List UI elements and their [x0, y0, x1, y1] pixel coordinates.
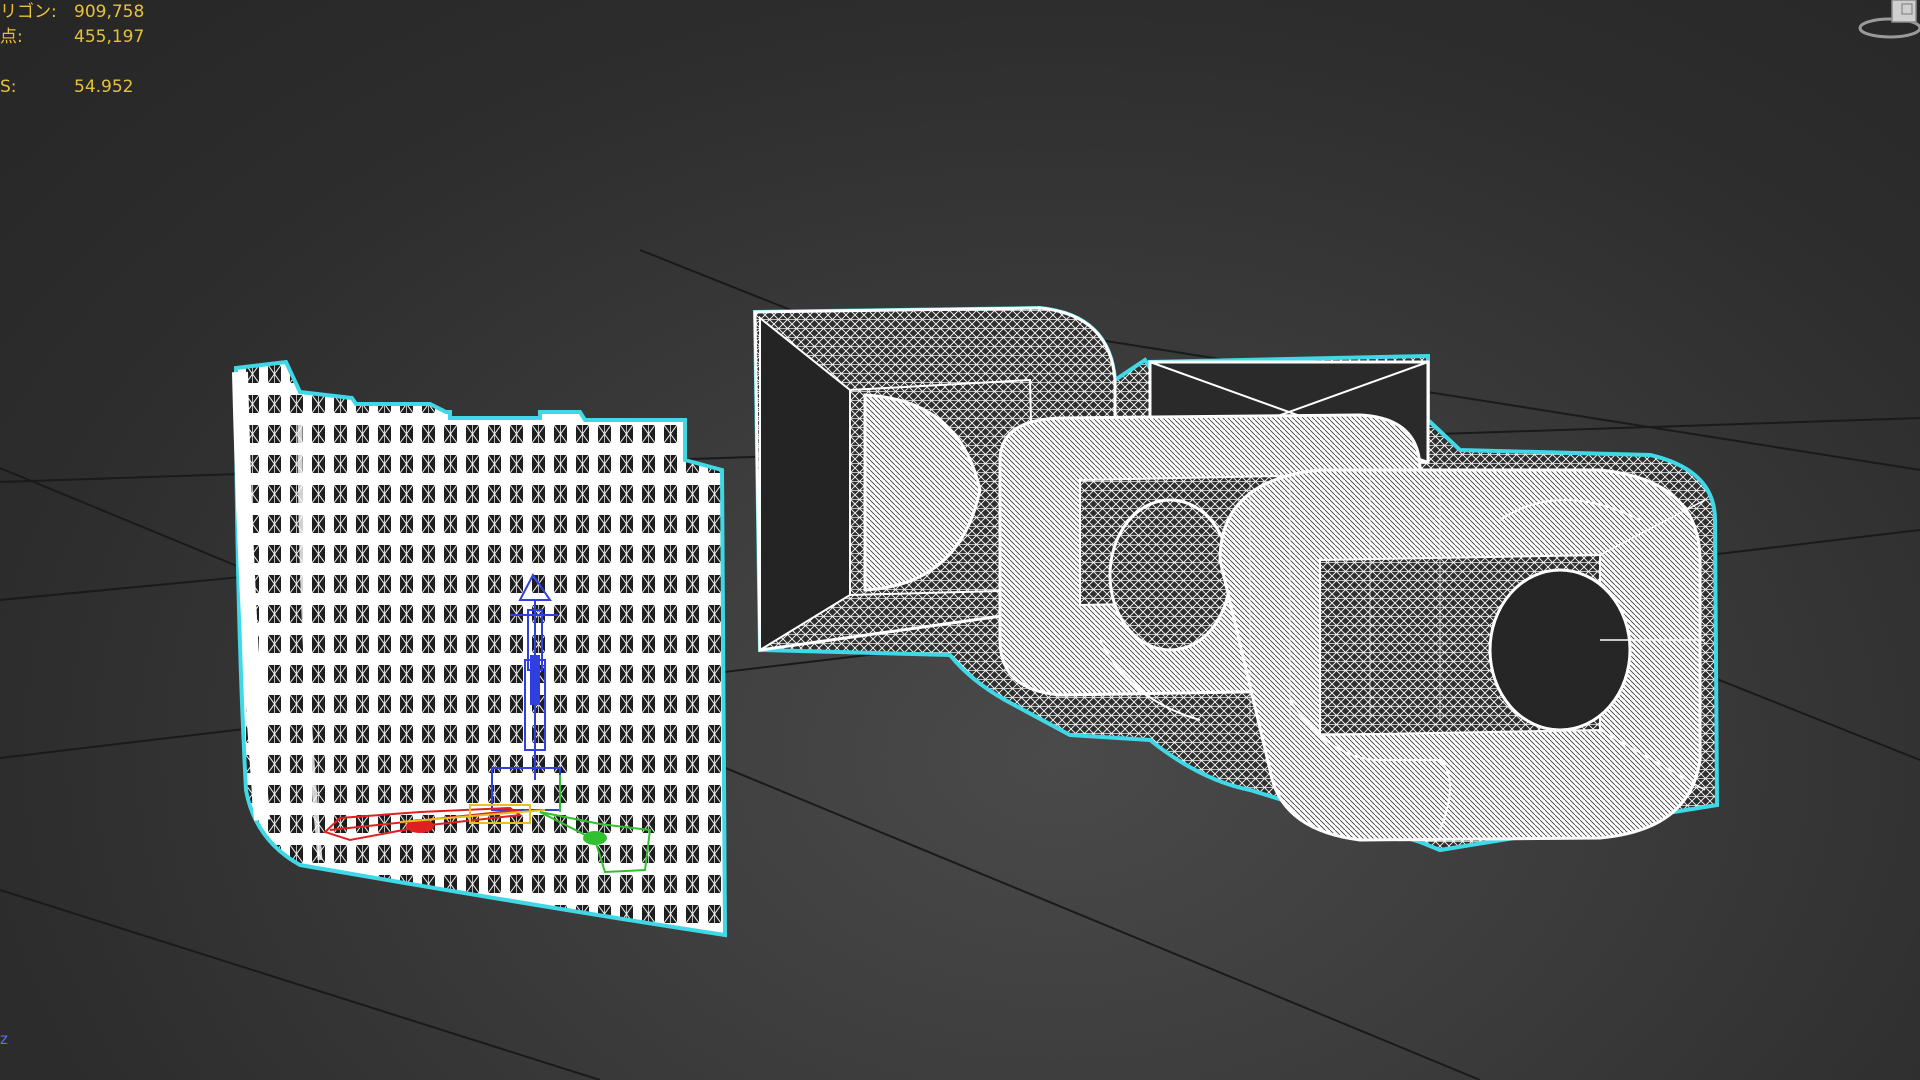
vertex-count-value: 455,197 — [74, 27, 145, 47]
curved-building-facade[interactable] — [232, 359, 728, 938]
axis-tripod-label: z — [0, 1030, 8, 1048]
fps-readout: S: 54.952 — [0, 75, 160, 100]
perspective-viewport[interactable]: リゴン: 909,758 点: 455,197 S: 54.952 z — [0, 0, 1920, 1080]
viewport-scene[interactable] — [0, 0, 1920, 1080]
polygon-count: リゴン: 909,758 — [0, 0, 160, 25]
fps-label: S: — [0, 77, 17, 97]
fps-value: 54.952 — [74, 77, 134, 97]
polygon-count-label: リゴン: — [0, 2, 57, 22]
vertex-count-label: 点: — [0, 27, 23, 47]
polygon-count-value: 909,758 — [74, 2, 145, 22]
viewport-statistics: リゴン: 909,758 点: 455,197 S: 54.952 — [0, 0, 160, 100]
extruded-text-model[interactable] — [752, 305, 1720, 853]
viewcube-icon[interactable] — [1850, 0, 1920, 44]
vertex-count: 点: 455,197 — [0, 25, 160, 50]
